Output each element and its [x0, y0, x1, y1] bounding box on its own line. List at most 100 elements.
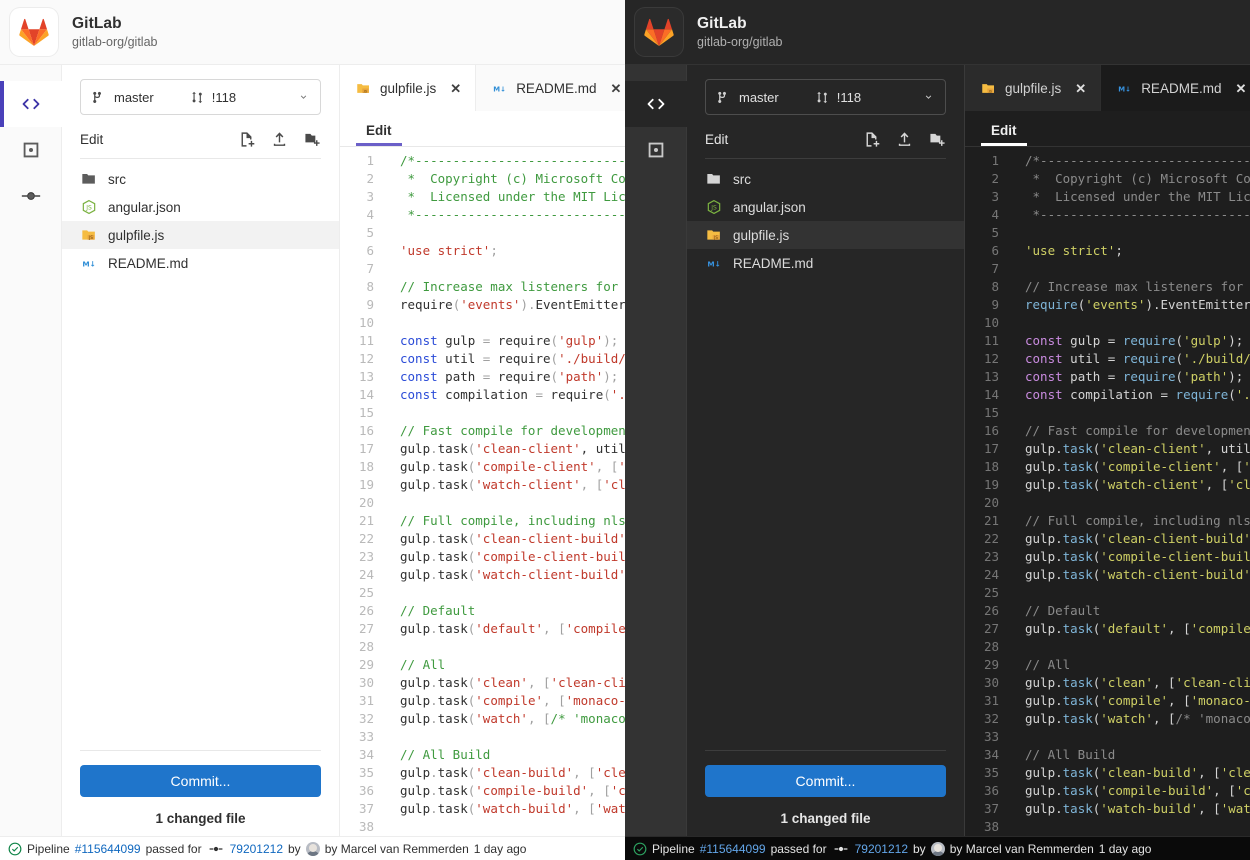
code-line[interactable]: gulp.task('watch-client', ['clean-client… [1025, 476, 1250, 494]
close-icon[interactable]: ✕ [1235, 82, 1246, 95]
commit-button[interactable]: Commit... [80, 765, 321, 797]
close-icon[interactable]: ✕ [450, 82, 461, 95]
code-line[interactable]: gulp.task('clean-build', ['clean-client-… [1025, 764, 1250, 782]
code-line[interactable]: // Default [400, 602, 625, 620]
code-line[interactable]: // All [1025, 656, 1250, 674]
code-lines[interactable]: /*--------------------------------------… [1011, 152, 1250, 836]
code-line[interactable] [400, 728, 625, 746]
code-line[interactable] [1025, 728, 1250, 746]
code-line[interactable]: gulp.task('watch-client-build', ['clean-… [400, 566, 625, 584]
code-line[interactable]: gulp.task('watch', [/* 'monaco-typecheck… [400, 710, 625, 728]
activity-item-edit[interactable] [0, 81, 62, 127]
code-line[interactable]: gulp.task('default', ['compile']); [1025, 620, 1250, 638]
code-line[interactable]: // Full compile, including nls and inlin… [1025, 512, 1250, 530]
code-lines[interactable]: /*--------------------------------------… [386, 152, 625, 836]
code-line[interactable] [400, 224, 625, 242]
code-line[interactable] [400, 584, 625, 602]
new-file-icon[interactable] [238, 131, 255, 148]
code-line[interactable]: 'use strict'; [1025, 242, 1250, 260]
activity-item-edit[interactable] [625, 81, 687, 127]
code-line[interactable]: gulp.task('watch-client-build', ['clean-… [1025, 566, 1250, 584]
code-line[interactable]: const gulp = require('gulp'); [400, 332, 625, 350]
code-line[interactable]: 'use strict'; [400, 242, 625, 260]
avatar[interactable] [306, 842, 320, 856]
code-line[interactable]: *---------------------------------------… [400, 206, 625, 224]
code-line[interactable]: gulp.task('watch-client', ['clean-client… [400, 476, 625, 494]
code-line[interactable] [1025, 818, 1250, 836]
code-line[interactable]: gulp.task('compile-client', ['clean-clie… [400, 458, 625, 476]
editor-tab-gulpfile-js[interactable]: JS gulpfile.js ✕ [965, 65, 1101, 111]
tree-item-gulpfile-js[interactable]: JS gulpfile.js [687, 221, 964, 249]
code-line[interactable]: const path = require('path'); [400, 368, 625, 386]
code-line[interactable]: * Licensed under the MIT License. See Li… [400, 188, 625, 206]
code-line[interactable] [400, 260, 625, 278]
code-line[interactable]: gulp.task('clean-client', util.rimraf('o… [400, 440, 625, 458]
code-line[interactable]: const util = require('./build/lib/util')… [400, 350, 625, 368]
code-line[interactable]: gulp.task('compile-client-build', ['clea… [1025, 548, 1250, 566]
code-line[interactable]: // All Build [400, 746, 625, 764]
code-line[interactable] [400, 638, 625, 656]
editor-tab-gulpfile-js[interactable]: JS gulpfile.js ✕ [340, 65, 476, 111]
code-viewport[interactable]: 1234567891011121314151617181920212223242… [340, 147, 625, 836]
code-line[interactable] [400, 494, 625, 512]
code-line[interactable] [1025, 584, 1250, 602]
code-line[interactable]: const gulp = require('gulp'); [1025, 332, 1250, 350]
activity-item-commit[interactable] [0, 173, 62, 219]
code-line[interactable]: require('events').EventEmitter.defaultMa… [400, 296, 625, 314]
code-line[interactable]: gulp.task('compile-client-build', ['clea… [400, 548, 625, 566]
tab-edit[interactable]: Edit [981, 123, 1027, 146]
tree-item-angular-json[interactable]: JS angular.json [687, 193, 964, 221]
code-line[interactable]: * Copyright (c) Microsoft Corporation. A… [400, 170, 625, 188]
code-line[interactable]: gulp.task('compile', ['monaco-typecheck'… [400, 692, 625, 710]
code-line[interactable]: *---------------------------------------… [1025, 206, 1250, 224]
code-line[interactable]: gulp.task('default', ['compile']); [400, 620, 625, 638]
code-line[interactable]: gulp.task('compile', ['monaco-typecheck'… [1025, 692, 1250, 710]
code-line[interactable]: gulp.task('clean-build', ['clean-client-… [400, 764, 625, 782]
code-line[interactable] [1025, 314, 1250, 332]
code-line[interactable]: // All [400, 656, 625, 674]
tree-item-gulpfile-js[interactable]: JS gulpfile.js [62, 221, 339, 249]
code-line[interactable]: /*--------------------------------------… [400, 152, 625, 170]
code-line[interactable]: // Default [1025, 602, 1250, 620]
code-line[interactable]: const path = require('path'); [1025, 368, 1250, 386]
tab-edit[interactable]: Edit [356, 123, 402, 146]
tree-item-src[interactable]: src [62, 165, 339, 193]
code-line[interactable] [1025, 638, 1250, 656]
code-line[interactable]: gulp.task('watch-build', ['watch-client-… [400, 800, 625, 818]
code-line[interactable] [400, 818, 625, 836]
code-line[interactable] [400, 404, 625, 422]
upload-icon[interactable] [896, 131, 913, 148]
code-line[interactable]: const compilation = require('./build/lib… [1025, 386, 1250, 404]
branch-selector[interactable]: master !118 [80, 79, 321, 115]
code-line[interactable]: gulp.task('watch', [/* 'monaco-typecheck… [1025, 710, 1250, 728]
close-icon[interactable]: ✕ [610, 82, 621, 95]
upload-icon[interactable] [271, 131, 288, 148]
editor-tab-readme-md[interactable]: M↓ README.md ✕ [1101, 65, 1250, 111]
new-folder-icon[interactable] [929, 131, 946, 148]
code-line[interactable]: const util = require('./build/lib/util')… [1025, 350, 1250, 368]
commit-button[interactable]: Commit... [705, 765, 946, 797]
code-line[interactable]: * Copyright (c) Microsoft Corporation. A… [1025, 170, 1250, 188]
code-line[interactable] [1025, 404, 1250, 422]
code-line[interactable]: gulp.task('clean', ['clean-client', 'cle… [1025, 674, 1250, 692]
commit-sha-link[interactable]: 79201212 [230, 842, 283, 856]
tree-item-readme-md[interactable]: M↓ README.md [687, 249, 964, 277]
code-line[interactable]: // Fast compile for development time [1025, 422, 1250, 440]
code-line[interactable]: const compilation = require('./build/lib… [400, 386, 625, 404]
tree-item-src[interactable]: src [687, 165, 964, 193]
avatar[interactable] [931, 842, 945, 856]
code-line[interactable]: gulp.task('clean-client-build', util.rim… [1025, 530, 1250, 548]
code-line[interactable]: gulp.task('clean', ['clean-client', 'cle… [400, 674, 625, 692]
code-line[interactable]: gulp.task('compile-build', ['compile-cli… [400, 782, 625, 800]
tree-item-readme-md[interactable]: M↓ README.md [62, 249, 339, 277]
close-icon[interactable]: ✕ [1075, 82, 1086, 95]
code-line[interactable]: /*--------------------------------------… [1025, 152, 1250, 170]
code-line[interactable]: gulp.task('clean-client-build', util.rim… [400, 530, 625, 548]
commit-sha-link[interactable]: 79201212 [855, 842, 908, 856]
code-line[interactable]: * Licensed under the MIT License. See Li… [1025, 188, 1250, 206]
code-line[interactable] [1025, 224, 1250, 242]
code-line[interactable]: gulp.task('compile-client', ['clean-clie… [1025, 458, 1250, 476]
code-line[interactable]: gulp.task('clean-client', util.rimraf('o… [1025, 440, 1250, 458]
code-line[interactable]: require('events').EventEmitter.defaultMa… [1025, 296, 1250, 314]
code-line[interactable]: // Fast compile for development time [400, 422, 625, 440]
